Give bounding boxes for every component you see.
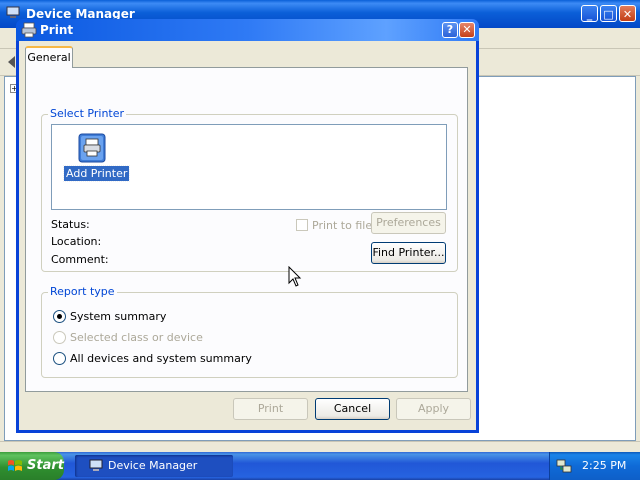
general-tab-panel: Select Printer Add Printer Status: Locat… bbox=[25, 67, 468, 392]
minimize-button[interactable]: _ bbox=[581, 5, 598, 22]
taskbar-item-label: Device Manager bbox=[108, 459, 198, 472]
start-button[interactable]: Start bbox=[0, 452, 64, 480]
location-label: Location: bbox=[51, 235, 102, 248]
add-printer-icon bbox=[78, 133, 106, 163]
cancel-button[interactable]: Cancel bbox=[315, 398, 390, 420]
report-type-group-label: Report type bbox=[48, 285, 117, 298]
radio-selected-dot bbox=[57, 314, 62, 319]
taskbar-item-device-manager[interactable]: Device Manager bbox=[75, 455, 233, 477]
selected-class-label[interactable]: Selected class or device bbox=[70, 331, 203, 344]
minimize-icon: _ bbox=[586, 8, 593, 21]
preferences-button[interactable]: Preferences bbox=[371, 212, 446, 234]
windows-logo-icon bbox=[8, 460, 22, 471]
status-label: Status: bbox=[51, 218, 90, 231]
maximize-icon: □ bbox=[603, 8, 614, 21]
network-icon[interactable] bbox=[556, 458, 572, 474]
tab-general[interactable]: General bbox=[25, 46, 73, 68]
computer-icon bbox=[6, 6, 20, 18]
back-arrow-icon[interactable] bbox=[8, 56, 15, 68]
all-devices-radio[interactable] bbox=[53, 352, 66, 365]
printer-icon bbox=[21, 22, 37, 38]
print-to-file-checkbox[interactable] bbox=[296, 219, 308, 231]
printer-list-item-add-printer[interactable]: Add Printer bbox=[62, 131, 131, 182]
comment-label: Comment: bbox=[51, 253, 109, 266]
maximize-button[interactable]: □ bbox=[600, 5, 617, 22]
print-dialog-title: Print bbox=[40, 23, 74, 37]
find-printer-button[interactable]: Find Printer... bbox=[371, 242, 446, 264]
taskbar: Start Device Manager 2:25 PM bbox=[0, 452, 640, 480]
start-label: Start bbox=[27, 458, 64, 473]
dialog-close-button[interactable]: ✕ bbox=[459, 22, 475, 38]
select-printer-group: Select Printer Add Printer Status: Locat… bbox=[41, 107, 458, 272]
print-dialog-titlebar[interactable]: Print ? ✕ bbox=[16, 19, 479, 41]
print-dialog: Print ? ✕ General Select Printer Add Pri… bbox=[16, 19, 479, 433]
select-printer-group-label: Select Printer bbox=[48, 107, 127, 120]
add-printer-label: Add Printer bbox=[62, 165, 131, 182]
clock[interactable]: 2:25 PM bbox=[582, 459, 626, 472]
close-icon: ✕ bbox=[462, 23, 472, 36]
computer-icon bbox=[89, 459, 103, 471]
printer-list[interactable]: Add Printer bbox=[51, 124, 447, 210]
print-button[interactable]: Print bbox=[233, 398, 308, 420]
system-summary-label[interactable]: System summary bbox=[70, 310, 166, 323]
print-to-file-label[interactable]: Print to file bbox=[312, 219, 372, 232]
report-type-group: Report type System summary Selected clas… bbox=[41, 285, 458, 378]
close-icon: ✕ bbox=[622, 8, 633, 21]
apply-button[interactable]: Apply bbox=[396, 398, 471, 420]
mouse-pointer-icon bbox=[288, 266, 302, 287]
system-tray: 2:25 PM bbox=[549, 452, 640, 480]
help-icon: ? bbox=[446, 23, 454, 36]
help-button[interactable]: ? bbox=[442, 22, 458, 38]
all-devices-label[interactable]: All devices and system summary bbox=[70, 352, 252, 365]
selected-class-radio[interactable] bbox=[53, 331, 66, 344]
print-dialog-body: General Select Printer Add Printer Statu… bbox=[19, 41, 476, 430]
close-button[interactable]: ✕ bbox=[619, 5, 636, 22]
system-summary-radio[interactable] bbox=[53, 310, 66, 323]
